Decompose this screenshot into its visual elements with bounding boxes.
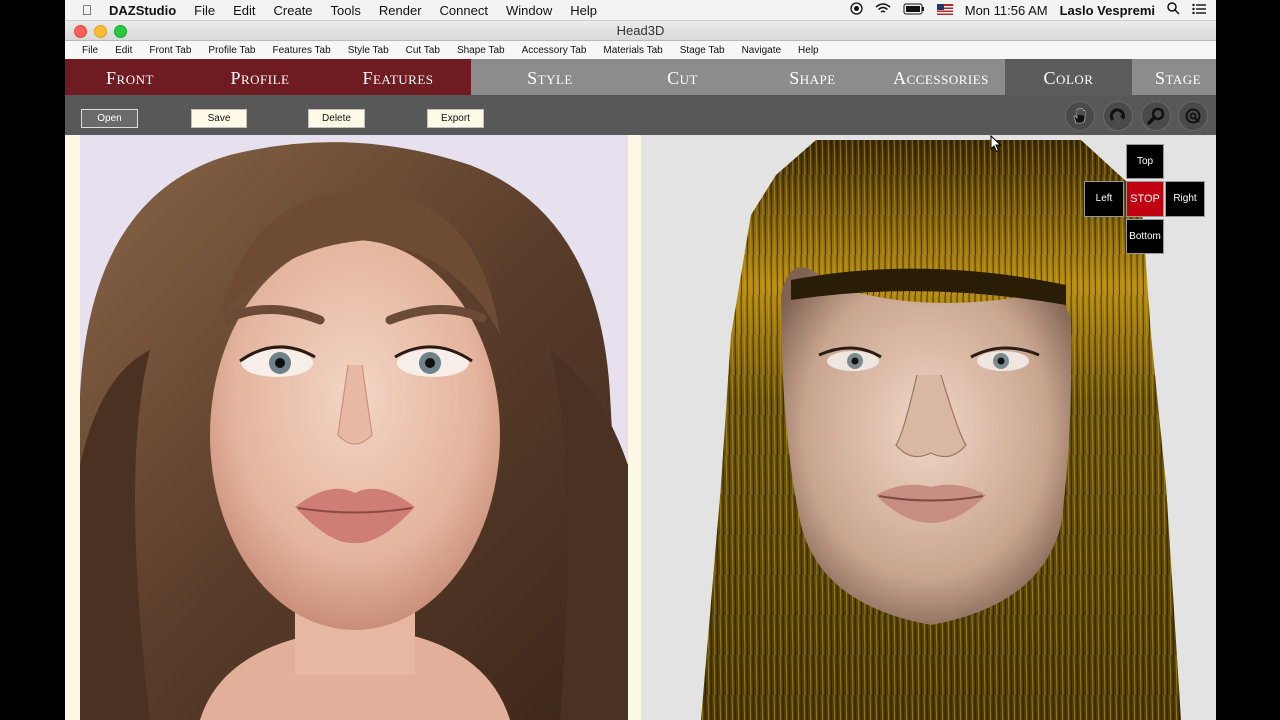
app-menu-accessory-tab[interactable]: Accessory Tab bbox=[522, 45, 587, 56]
menubar-render[interactable]: Render bbox=[379, 3, 422, 18]
flag-icon[interactable] bbox=[936, 3, 953, 18]
tab-stage[interactable]: Stage bbox=[1155, 59, 1216, 95]
tab-style[interactable]: Style bbox=[485, 59, 615, 95]
app-menu-style-tab[interactable]: Style Tab bbox=[348, 45, 389, 56]
app-menu-shape-tab[interactable]: Shape Tab bbox=[457, 45, 505, 56]
nav-right-button[interactable]: Right bbox=[1165, 181, 1205, 217]
window-titlebar: Head3D bbox=[65, 21, 1216, 41]
app-menu-features-tab[interactable]: Features Tab bbox=[273, 45, 331, 56]
app-menu-navigate[interactable]: Navigate bbox=[742, 45, 781, 56]
delete-button[interactable]: Delete bbox=[308, 109, 365, 128]
app-window:  DAZStudio File Edit Create Tools Rende… bbox=[65, 0, 1216, 720]
menubar-help[interactable]: Help bbox=[570, 3, 597, 18]
record-icon[interactable] bbox=[850, 2, 863, 18]
app-menu-front-tab[interactable]: Front Tab bbox=[149, 45, 191, 56]
nav-top-button[interactable]: Top bbox=[1126, 144, 1164, 179]
tab-color[interactable]: Color bbox=[1005, 59, 1132, 95]
app-menu-cut-tab[interactable]: Cut Tab bbox=[406, 45, 440, 56]
menubar-tools[interactable]: Tools bbox=[331, 3, 361, 18]
zoom-icon[interactable] bbox=[1141, 101, 1171, 131]
app-menu-file[interactable]: File bbox=[82, 45, 98, 56]
spotlight-icon[interactable] bbox=[1167, 2, 1180, 18]
tab-front[interactable]: Front bbox=[65, 59, 195, 95]
minimize-window-button[interactable] bbox=[94, 25, 107, 38]
hand-icon[interactable] bbox=[1065, 101, 1095, 131]
notification-center-icon[interactable] bbox=[1192, 3, 1206, 18]
zoom-window-button[interactable] bbox=[114, 25, 127, 38]
save-button[interactable]: Save bbox=[191, 109, 247, 128]
app-menubar: File Edit Front Tab Profile Tab Features… bbox=[65, 41, 1216, 60]
fit-icon[interactable] bbox=[1178, 101, 1208, 131]
main-tab-bar: Front Profile Features Style Cut Shape A… bbox=[65, 59, 1216, 95]
menubar-file[interactable]: File bbox=[194, 3, 215, 18]
menubar-edit[interactable]: Edit bbox=[233, 3, 255, 18]
3d-viewport[interactable]: Top Left STOP Right Bottom bbox=[641, 135, 1216, 720]
app-menu-profile-tab[interactable]: Profile Tab bbox=[208, 45, 255, 56]
nav-bottom-button[interactable]: Bottom bbox=[1126, 219, 1164, 254]
window-title: Head3D bbox=[616, 23, 665, 38]
reference-photo-panel bbox=[65, 135, 641, 720]
menubar-connect[interactable]: Connect bbox=[440, 3, 488, 18]
app-menu-stage-tab[interactable]: Stage Tab bbox=[680, 45, 725, 56]
menubar-user[interactable]: Laslo Vespremi bbox=[1060, 3, 1155, 18]
apple-menu-icon[interactable]:  bbox=[65, 2, 109, 18]
battery-icon[interactable] bbox=[903, 3, 925, 18]
tab-features[interactable]: Features bbox=[325, 59, 471, 95]
tab-profile[interactable]: Profile bbox=[195, 59, 325, 95]
close-window-button[interactable] bbox=[74, 25, 87, 38]
menubar-create[interactable]: Create bbox=[274, 3, 313, 18]
wifi-icon[interactable] bbox=[875, 2, 891, 18]
menubar-status-area: Mon 11:56 AM Laslo Vespremi bbox=[838, 0, 1206, 20]
tab-accessories[interactable]: Accessories bbox=[877, 59, 1005, 95]
menubar-app-name[interactable]: DAZStudio bbox=[109, 3, 176, 18]
menubar-datetime[interactable]: Mon 11:56 AM bbox=[965, 3, 1048, 18]
file-toolbar: Open Save Delete Export bbox=[65, 95, 1216, 135]
app-menu-help[interactable]: Help bbox=[798, 45, 819, 56]
menubar-window[interactable]: Window bbox=[506, 3, 552, 18]
macos-menubar:  DAZStudio File Edit Create Tools Rende… bbox=[65, 0, 1216, 21]
app-menu-materials-tab[interactable]: Materials Tab bbox=[603, 45, 662, 56]
tab-shape[interactable]: Shape bbox=[750, 59, 875, 95]
rotate-icon[interactable] bbox=[1103, 101, 1133, 131]
nav-left-button[interactable]: Left bbox=[1084, 181, 1124, 217]
open-button[interactable]: Open bbox=[81, 109, 138, 128]
nav-stop-button[interactable]: STOP bbox=[1126, 181, 1164, 217]
mouse-cursor-icon bbox=[990, 135, 1002, 153]
reference-photo bbox=[80, 135, 628, 720]
app-menu-edit[interactable]: Edit bbox=[115, 45, 132, 56]
tab-cut[interactable]: Cut bbox=[620, 59, 745, 95]
export-button[interactable]: Export bbox=[427, 109, 484, 128]
